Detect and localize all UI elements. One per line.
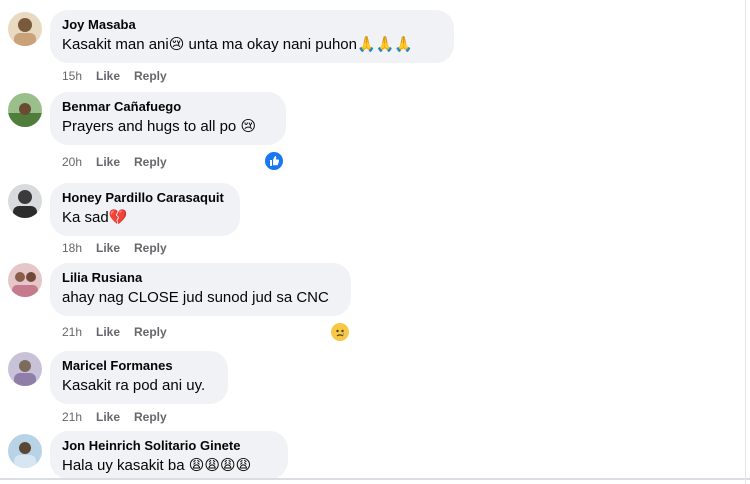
comment-timestamp[interactable]: 21h: [62, 410, 96, 424]
avatar[interactable]: [8, 93, 42, 127]
avatar[interactable]: [8, 263, 42, 297]
comment-bubble: Lilia Rusiana ahay nag CLOSE jud sunod j…: [50, 263, 351, 316]
comment-author[interactable]: Jon Heinrich Solitario Ginete: [62, 438, 276, 454]
like-button[interactable]: Like: [96, 241, 134, 255]
comment-bubble: Joy Masaba Kasakit man ani😢 unta ma okay…: [50, 10, 454, 63]
comment-bubble: Benmar Cañafuego Prayers and hugs to all…: [50, 92, 286, 145]
avatar[interactable]: [8, 184, 42, 218]
divider: [0, 478, 750, 480]
comment-author[interactable]: Joy Masaba: [62, 17, 442, 33]
sad-icon[interactable]: [329, 321, 351, 343]
comment-meta: 18h Like Reply: [62, 241, 167, 255]
comment-text: Kasakit man ani😢 unta ma okay nani puhon…: [62, 36, 414, 53]
like-button[interactable]: Like: [96, 155, 134, 169]
avatar[interactable]: [8, 352, 42, 386]
comment-author[interactable]: Maricel Formanes: [62, 358, 216, 374]
comment-author[interactable]: Benmar Cañafuego: [62, 99, 274, 115]
avatar[interactable]: [8, 434, 42, 468]
comment-meta: 20h Like Reply: [62, 155, 167, 169]
comment-bubble: Jon Heinrich Solitario Ginete Hala uy ka…: [50, 431, 288, 479]
comment-bubble: Maricel Formanes Kasakit ra pod ani uy.: [50, 351, 228, 404]
like-button[interactable]: Like: [96, 325, 134, 339]
like-button[interactable]: Like: [96, 410, 134, 424]
comment-author[interactable]: Lilia Rusiana: [62, 270, 339, 286]
comment-text: Hala uy kasakit ba 😩😩😩😩: [62, 457, 252, 474]
comment-timestamp[interactable]: 20h: [62, 155, 96, 169]
comment-timestamp[interactable]: 18h: [62, 241, 96, 255]
reply-button[interactable]: Reply: [134, 241, 167, 255]
like-button[interactable]: Like: [96, 69, 134, 83]
comment-bubble: Honey Pardillo Carasaquit Ka sad💔: [50, 183, 240, 236]
comment-text: Ka sad💔: [62, 209, 128, 226]
comment-timestamp[interactable]: 21h: [62, 325, 96, 339]
comment-meta: 15h Like Reply: [62, 69, 167, 83]
reply-button[interactable]: Reply: [134, 69, 167, 83]
like-icon[interactable]: [263, 150, 285, 172]
comment-text: Kasakit ra pod ani uy.: [62, 377, 206, 394]
comment-text: ahay nag CLOSE jud sunod jud sa CNC: [62, 289, 329, 306]
comment-meta: 21h Like Reply: [62, 325, 167, 339]
comment-timestamp[interactable]: 15h: [62, 69, 96, 83]
reply-button[interactable]: Reply: [134, 410, 167, 424]
reply-button[interactable]: Reply: [134, 155, 167, 169]
avatar[interactable]: [8, 12, 42, 46]
comment-text: Prayers and hugs to all po 😢: [62, 118, 257, 135]
comment-author[interactable]: Honey Pardillo Carasaquit: [62, 190, 228, 206]
comment-meta: 21h Like Reply: [62, 410, 167, 424]
divider: [745, 0, 746, 484]
reply-button[interactable]: Reply: [134, 325, 167, 339]
